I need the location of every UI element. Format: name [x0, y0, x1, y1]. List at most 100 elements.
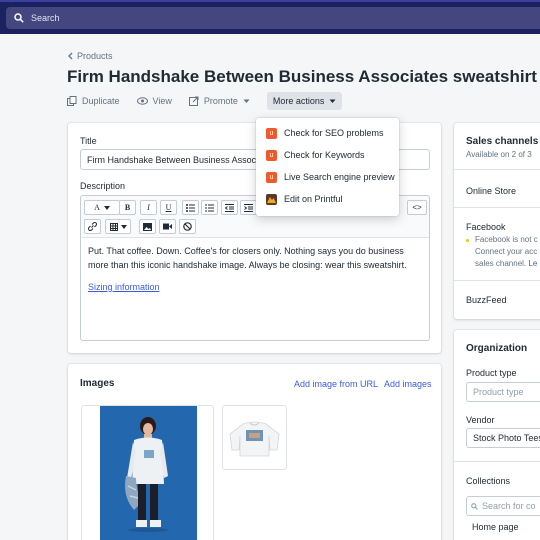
search-placeholder: Search	[31, 13, 60, 23]
more-actions-menu: u Check for SEO problems u Check for Key…	[256, 118, 399, 216]
insert-image-button[interactable]	[139, 219, 156, 234]
collections-search-field[interactable]: Search for co	[466, 496, 540, 516]
menu-item-label: Edit on Printful	[284, 194, 343, 204]
facebook-warning-text: sales channel.	[475, 259, 527, 268]
description-editor[interactable]: Put. That coffee. Down. Coffee's for clo…	[80, 237, 430, 341]
collections-placeholder: Search for co	[482, 501, 536, 511]
collection-home-page[interactable]: Home page	[472, 522, 519, 532]
more-actions-label: More actions	[272, 96, 325, 106]
code-label: <>	[412, 203, 422, 212]
breadcrumb[interactable]: Products	[67, 51, 113, 61]
insert-table-button[interactable]	[105, 219, 131, 234]
clear-formatting-button[interactable]	[179, 219, 196, 234]
menu-item-label: Check for Keywords	[284, 150, 365, 160]
divider	[454, 207, 540, 208]
more-actions-button[interactable]: More actions	[266, 92, 343, 110]
top-bar: Search	[0, 0, 540, 34]
page-actions: Duplicate View Promote More actions	[67, 92, 343, 110]
view-button[interactable]: View	[136, 96, 172, 106]
caret-down-icon	[103, 205, 110, 210]
divider	[454, 461, 540, 462]
organization-title: Organization	[466, 343, 528, 354]
collections-label: Collections	[466, 476, 511, 486]
insert-video-button[interactable]	[159, 219, 176, 234]
promote-label: Promote	[203, 96, 238, 106]
vendor-label: Vendor	[466, 415, 495, 425]
seo-app-icon: u	[266, 149, 277, 161]
sweatshirt-image	[229, 421, 280, 457]
caret-down-icon	[120, 224, 127, 229]
italic-button[interactable]: I	[140, 200, 157, 215]
images-title: Images	[80, 378, 115, 389]
outdent-button[interactable]	[221, 200, 238, 215]
channel-online-store[interactable]: Online Store	[466, 186, 516, 196]
insert-link-button[interactable]	[84, 219, 101, 234]
caret-down-icon	[243, 99, 250, 103]
page-title: Firm Handshake Between Business Associat…	[67, 67, 537, 86]
menu-item-check-keywords[interactable]: u Check for Keywords	[256, 144, 399, 166]
product-image-main[interactable]	[81, 405, 214, 540]
font-label: A	[94, 203, 100, 212]
numbered-list-icon	[205, 204, 214, 211]
divider	[454, 169, 540, 170]
duplicate-button[interactable]: Duplicate	[67, 96, 120, 106]
font-style-dropdown[interactable]: A	[84, 200, 120, 215]
bullet-list-icon	[186, 203, 195, 212]
block-icon	[183, 222, 192, 231]
view-label: View	[152, 96, 172, 106]
link-icon	[88, 222, 97, 231]
search-icon	[471, 502, 478, 510]
sizing-information-link[interactable]: Sizing information	[88, 280, 160, 294]
duplicate-icon	[67, 96, 77, 106]
search-input[interactable]: Search	[6, 7, 540, 29]
indent-button[interactable]	[240, 200, 257, 215]
search-icon	[14, 13, 24, 23]
channel-facebook[interactable]: Facebook	[466, 222, 506, 232]
learn-more-link[interactable]: Le	[528, 259, 537, 268]
sales-channels-subtitle: Available on 2 of 3	[466, 150, 532, 159]
product-type-label: Product type	[466, 368, 517, 378]
description-text: Put. That coffee. Down. Coffee's for clo…	[88, 246, 407, 270]
model-photo-image	[100, 406, 197, 540]
printful-icon	[266, 193, 277, 205]
product-type-placeholder: Product type	[473, 387, 524, 397]
menu-item-edit-printful[interactable]: Edit on Printful	[256, 188, 399, 210]
caret-down-icon	[329, 99, 336, 103]
duplicate-label: Duplicate	[82, 96, 120, 106]
channel-buzzfeed[interactable]: BuzzFeed	[466, 295, 507, 305]
seo-app-icon: u	[266, 127, 277, 139]
source-code-button[interactable]: <>	[407, 200, 427, 215]
external-link-icon	[188, 96, 199, 106]
bold-button[interactable]: B	[119, 200, 136, 215]
indent-icon	[244, 203, 253, 212]
menu-item-label: Live Search engine preview	[284, 172, 395, 182]
divider	[454, 280, 540, 281]
numbered-list-button[interactable]	[201, 200, 218, 215]
table-icon	[109, 222, 118, 231]
facebook-warning-line-2: Connect your acc	[475, 247, 538, 256]
video-icon	[163, 223, 172, 230]
product-image-thumbnail[interactable]	[222, 405, 287, 470]
menu-item-label: Check for SEO problems	[284, 128, 384, 138]
add-image-from-url-link[interactable]: Add image from URL	[294, 379, 378, 389]
vendor-value: Stock Photo Tees	[473, 433, 540, 443]
bullet-list-button[interactable]	[182, 200, 199, 215]
promote-button[interactable]: Promote	[188, 96, 250, 106]
facebook-warning-line-1: Facebook is not c	[475, 235, 538, 244]
image-icon	[143, 222, 152, 231]
warning-dot-icon	[466, 239, 469, 242]
vendor-field[interactable]: Stock Photo Tees	[466, 428, 540, 448]
eye-icon	[136, 97, 148, 105]
facebook-warning-line-3: sales channel. Le	[475, 259, 537, 268]
add-images-link[interactable]: Add images	[384, 379, 432, 389]
description-label: Description	[80, 181, 126, 191]
menu-item-check-seo[interactable]: u Check for SEO problems	[256, 122, 399, 144]
product-type-field[interactable]: Product type	[466, 382, 540, 402]
underline-button[interactable]: U	[160, 200, 177, 215]
outdent-icon	[225, 203, 234, 212]
seo-app-icon: u	[266, 171, 277, 183]
menu-item-search-preview[interactable]: u Live Search engine preview	[256, 166, 399, 188]
italic-label: I	[147, 203, 150, 212]
sales-channels-title: Sales channels	[466, 136, 539, 147]
breadcrumb-products[interactable]: Products	[77, 51, 113, 61]
